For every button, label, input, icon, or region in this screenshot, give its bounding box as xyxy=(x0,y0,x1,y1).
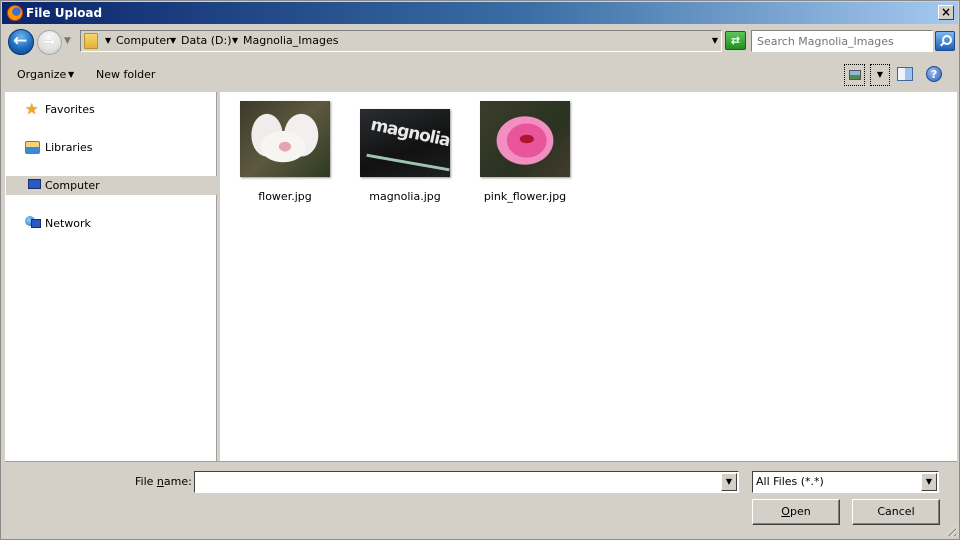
file-item-pink-flower[interactable]: pink_flower.jpg xyxy=(470,100,580,210)
folder-icon xyxy=(84,33,98,49)
breadcrumb-arrow-icon[interactable]: ▼ xyxy=(170,36,176,45)
toolbar: Organize ▼ New folder ▼ ? xyxy=(5,61,957,89)
file-upload-dialog: File Upload × ▼ ▼ Computer ▼ Data (D:) ▼… xyxy=(0,0,960,540)
nav-item-libraries[interactable]: Libraries xyxy=(6,138,217,157)
file-thumbnail xyxy=(240,101,330,177)
navigation-bar: ▼ ▼ Computer ▼ Data (D:) ▼ Magnolia_Imag… xyxy=(5,27,957,57)
address-bar[interactable]: ▼ Computer ▼ Data (D:) ▼ Magnolia_Images… xyxy=(80,30,722,52)
nav-item-label: Computer xyxy=(45,179,100,192)
organize-button[interactable]: Organize xyxy=(17,68,66,81)
back-button[interactable] xyxy=(8,29,34,55)
breadcrumb-arrow-icon[interactable]: ▼ xyxy=(232,36,238,45)
help-icon[interactable]: ? xyxy=(926,66,942,82)
refresh-button[interactable]: ⇄ xyxy=(725,31,746,50)
file-name-input[interactable] xyxy=(197,474,717,490)
accelerator-key: O xyxy=(781,505,790,518)
star-icon: ★ xyxy=(25,100,39,118)
nav-item-favorites[interactable]: ★ Favorites xyxy=(6,100,217,119)
address-dropdown-icon[interactable]: ▼ xyxy=(712,36,718,45)
file-thumbnail xyxy=(480,101,570,177)
divider xyxy=(5,461,957,462)
cancel-button[interactable]: Cancel xyxy=(852,499,940,525)
libraries-icon xyxy=(25,141,40,154)
thumbnail-stripe xyxy=(366,153,450,172)
file-name: flower.jpg xyxy=(258,190,312,203)
resize-grip[interactable] xyxy=(945,525,956,536)
network-monitor-icon xyxy=(31,219,41,228)
breadcrumb-arrow-icon[interactable]: ▼ xyxy=(105,36,111,45)
file-name: pink_flower.jpg xyxy=(483,190,567,203)
nav-item-network[interactable]: Network xyxy=(6,214,217,233)
label-text: ame: xyxy=(163,475,192,488)
firefox-icon xyxy=(7,5,23,21)
open-button[interactable]: Open xyxy=(752,499,840,525)
file-name-label: File name: xyxy=(135,475,192,488)
file-thumbnail: magnolia xyxy=(360,109,452,177)
breadcrumb-magnolia-images[interactable]: Magnolia_Images xyxy=(243,34,338,47)
nav-item-label: Favorites xyxy=(45,103,95,116)
close-button[interactable]: × xyxy=(938,5,954,20)
nav-item-label: Network xyxy=(45,217,91,230)
breadcrumb-data-drive[interactable]: Data (D:) xyxy=(181,34,232,47)
navigation-pane: ★ Favorites Libraries Computer Network xyxy=(5,92,217,461)
view-options-dropdown[interactable]: ▼ xyxy=(870,64,890,86)
forward-button[interactable] xyxy=(37,30,62,55)
file-type-select[interactable]: All Files (*.*) ▼ xyxy=(752,471,939,493)
thumbnail-text: magnolia xyxy=(368,114,452,152)
view-icon xyxy=(849,70,861,80)
preview-pane-icon[interactable] xyxy=(897,67,913,81)
recent-pages-dropdown[interactable]: ▼ xyxy=(64,36,74,46)
accelerator-key: n xyxy=(156,475,164,488)
nav-item-label: Libraries xyxy=(45,141,93,154)
button-label: pen xyxy=(789,505,811,518)
change-view-button[interactable] xyxy=(844,64,865,86)
file-name-combobox[interactable]: ▼ xyxy=(194,471,739,493)
file-type-dropdown-button[interactable]: ▼ xyxy=(921,473,937,491)
label-text: File xyxy=(135,475,157,488)
search-input[interactable] xyxy=(751,30,933,52)
new-folder-button[interactable]: New folder xyxy=(96,68,155,81)
organize-dropdown-icon[interactable]: ▼ xyxy=(68,70,74,79)
nav-item-computer[interactable]: Computer xyxy=(6,176,217,195)
file-item-flower[interactable]: flower.jpg xyxy=(230,100,340,210)
file-name-dropdown-button[interactable]: ▼ xyxy=(721,473,737,491)
file-item-magnolia[interactable]: magnolia magnolia.jpg xyxy=(350,100,460,210)
breadcrumb-computer[interactable]: Computer xyxy=(116,34,171,47)
file-type-value: All Files (*.*) xyxy=(756,475,824,488)
title-bar: File Upload × xyxy=(2,2,958,24)
search-icon[interactable] xyxy=(935,31,955,51)
window-title: File Upload xyxy=(26,6,103,20)
computer-icon xyxy=(28,179,41,189)
file-list: flower.jpg magnolia magnolia.jpg pink_fl… xyxy=(220,92,957,461)
file-name: magnolia.jpg xyxy=(369,190,441,203)
